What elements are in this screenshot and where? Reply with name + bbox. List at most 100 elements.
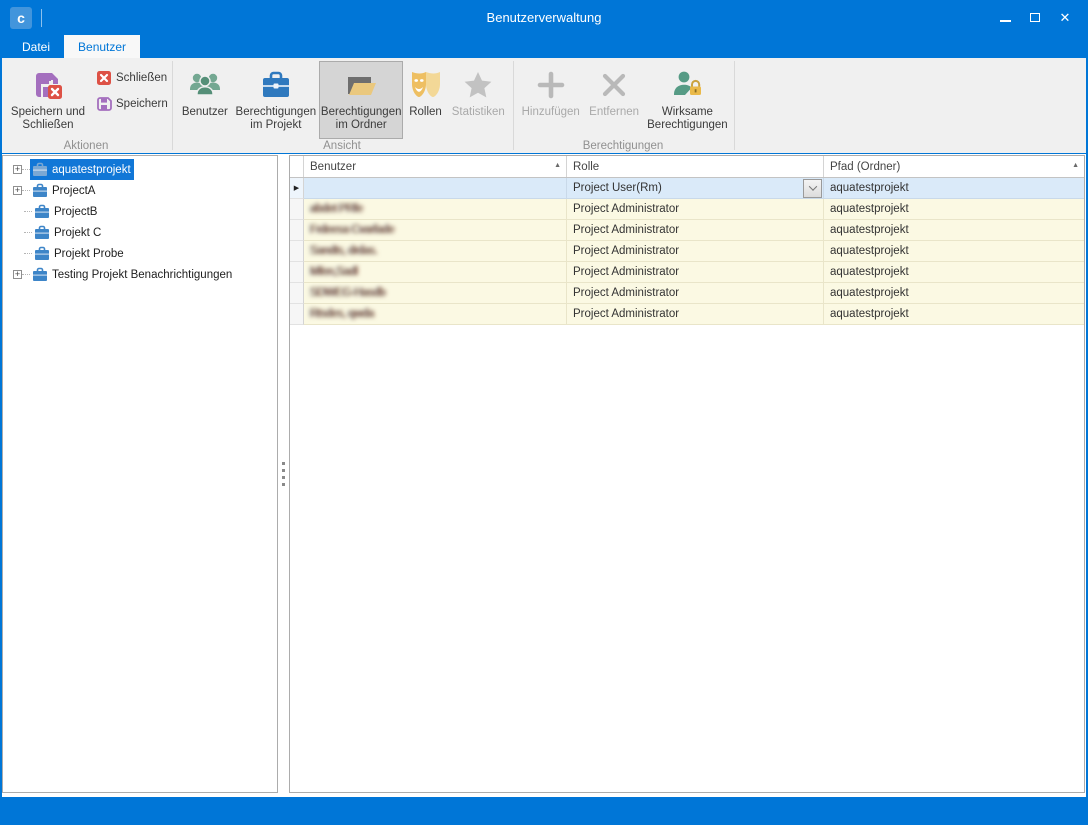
users-icon	[188, 67, 222, 103]
entfernen-button[interactable]: Entfernen	[583, 61, 644, 139]
maximize-button[interactable]	[1020, 5, 1050, 31]
masked-user-name: Rtsdes, qwda	[310, 308, 374, 320]
close-form-button[interactable]: Schließen	[96, 67, 168, 89]
statistiken-label: Statistiken	[452, 106, 505, 119]
cell-pfad[interactable]: aquatestprojekt	[824, 220, 1084, 241]
window-controls: ✕	[990, 0, 1080, 35]
cell-benutzer[interactable]: abdet PRfe	[304, 199, 567, 220]
x-icon	[598, 67, 630, 103]
masked-user-name: abdet PRfe	[310, 203, 363, 215]
save-button[interactable]: Speichern	[96, 93, 168, 115]
masked-user-name: Sandts, drdas.	[310, 245, 377, 257]
panel-splitter[interactable]	[278, 155, 289, 793]
tree-item-aquatestprojekt[interactable]: + aquatestprojekt	[3, 159, 277, 180]
column-label: Pfad (Ordner)	[830, 161, 900, 173]
expander-icon[interactable]: +	[13, 270, 22, 279]
cell-benutzer[interactable]	[304, 178, 567, 199]
tree-item-projekt-c[interactable]: Projekt C	[3, 222, 277, 243]
aktionen-small-buttons: Schließen Speichern	[96, 67, 168, 119]
grid-row[interactable]: Sandts, drdas. Project Administrator aqu…	[290, 241, 1084, 262]
cell-pfad[interactable]: aquatestprojekt	[824, 199, 1084, 220]
cell-text: aquatestprojekt	[830, 308, 909, 320]
save-label: Speichern	[116, 98, 168, 110]
cell-rolle[interactable]: Project Administrator	[567, 199, 824, 220]
rollen-label: Rollen	[409, 106, 442, 119]
column-header-pfad[interactable]: Pfad (Ordner) ▲	[824, 156, 1084, 177]
cell-benutzer[interactable]: SDWEG-Hasdb	[304, 283, 567, 304]
cell-pfad[interactable]: aquatestprojekt	[824, 304, 1084, 325]
cell-pfad[interactable]: aquatestprojekt	[824, 178, 1084, 199]
tab-datei[interactable]: Datei	[8, 35, 64, 58]
cell-rolle[interactable]: Project Administrator	[567, 220, 824, 241]
cell-rolle[interactable]: Project Administrator	[567, 262, 824, 283]
hinzufuegen-label: Hinzufügen	[522, 106, 580, 119]
close-button[interactable]: ✕	[1050, 5, 1080, 31]
hinzufuegen-button[interactable]: Hinzufügen	[518, 61, 583, 139]
save-and-close-button[interactable]: Speichern und Schließen	[6, 61, 90, 139]
close-icon: ✕	[1060, 10, 1071, 26]
sort-asc-icon: ▲	[554, 162, 561, 169]
star-icon	[462, 67, 494, 103]
wirksame-berechtigungen-button[interactable]: Wirksame Berechtigungen	[645, 61, 730, 139]
benutzer-view-button[interactable]: Benutzer	[177, 61, 233, 139]
project-icon	[32, 267, 48, 282]
cell-text: aquatestprojekt	[830, 266, 909, 278]
cell-rolle[interactable]: Project Administrator	[567, 241, 824, 262]
cell-text: Project Administrator	[573, 287, 679, 299]
cell-text: aquatestprojekt	[830, 182, 909, 194]
berechtigungen-ordner-label: Berechtigungen im Ordner	[320, 106, 402, 132]
row-indicator	[290, 199, 304, 220]
grid-row-selected[interactable]: ▶ Project User(Rm) aquatestprojekt	[290, 178, 1084, 199]
column-header-benutzer[interactable]: Benutzer ▲	[304, 156, 567, 177]
entfernen-label: Entfernen	[589, 106, 639, 119]
expander-icon[interactable]: +	[13, 165, 22, 174]
grid-row[interactable]: Rtsdes, qwda Project Administrator aquat…	[290, 304, 1084, 325]
masks-icon	[409, 67, 443, 103]
save-and-close-label: Speichern und Schließen	[7, 106, 89, 132]
berechtigungen-ordner-button[interactable]: Berechtigungen im Ordner	[319, 61, 403, 139]
tree-item-label: ProjectA	[52, 185, 95, 197]
cell-rolle-editor[interactable]: Project User(Rm)	[567, 178, 824, 199]
wirksame-berechtigungen-label: Wirksame Berechtigungen	[646, 106, 729, 132]
masked-user-name: Mfen,Sadl	[310, 266, 357, 278]
group-caption-ansicht: Ansicht	[173, 140, 511, 152]
ribbon-group-aktionen: Speichern und Schließen Schließen	[2, 58, 170, 153]
minimize-button[interactable]	[990, 5, 1020, 31]
role-dropdown-button[interactable]	[803, 179, 822, 198]
grid-row[interactable]: Frdeesa Cvarfade Project Administrator a…	[290, 220, 1084, 241]
berechtigungen-projekt-label: Berechtigungen im Projekt	[234, 106, 318, 132]
statistiken-button[interactable]: Statistiken	[448, 61, 509, 139]
tree-item-projecta[interactable]: + ProjectA	[3, 180, 277, 201]
column-header-rolle[interactable]: Rolle	[567, 156, 824, 177]
cell-benutzer[interactable]: Sandts, drdas.	[304, 241, 567, 262]
grid-row[interactable]: SDWEG-Hasdb Project Administrator aquate…	[290, 283, 1084, 304]
tree-item-projekt-probe[interactable]: Projekt Probe	[3, 243, 277, 264]
cell-text: aquatestprojekt	[830, 203, 909, 215]
cell-rolle[interactable]: Project Administrator	[567, 304, 824, 325]
cell-rolle[interactable]: Project Administrator	[567, 283, 824, 304]
user-lock-icon	[670, 67, 704, 103]
window-title: Benutzerverwaltung	[2, 10, 1086, 25]
grid-header-row: Benutzer ▲ Rolle Pfad (Ordner) ▲	[290, 156, 1084, 178]
chevron-down-icon	[808, 182, 816, 190]
tree-item-projectb[interactable]: ProjectB	[3, 201, 277, 222]
row-indicator	[290, 220, 304, 241]
tree-item-testing-projekt[interactable]: + Testing Projekt Benachrichtigungen	[3, 264, 277, 285]
cell-benutzer[interactable]: Mfen,Sadl	[304, 262, 567, 283]
grid-row[interactable]: abdet PRfe Project Administrator aquates…	[290, 199, 1084, 220]
cell-pfad[interactable]: aquatestprojekt	[824, 283, 1084, 304]
expander-icon[interactable]: +	[13, 186, 22, 195]
open-folder-icon	[344, 67, 378, 103]
cell-pfad[interactable]: aquatestprojekt	[824, 262, 1084, 283]
row-indicator	[290, 283, 304, 304]
ribbon-group-ansicht: Benutzer Berechtigungen im Projekt	[173, 58, 511, 153]
masked-user-name: Frdeesa Cvarfade	[310, 224, 394, 236]
cell-text: aquatestprojekt	[830, 245, 909, 257]
berechtigungen-projekt-button[interactable]: Berechtigungen im Projekt	[233, 61, 319, 139]
cell-benutzer[interactable]: Rtsdes, qwda	[304, 304, 567, 325]
grid-row[interactable]: Mfen,Sadl Project Administrator aquatest…	[290, 262, 1084, 283]
tab-benutzer[interactable]: Benutzer	[64, 35, 140, 58]
rollen-button[interactable]: Rollen	[403, 61, 447, 139]
cell-pfad[interactable]: aquatestprojekt	[824, 241, 1084, 262]
cell-benutzer[interactable]: Frdeesa Cvarfade	[304, 220, 567, 241]
